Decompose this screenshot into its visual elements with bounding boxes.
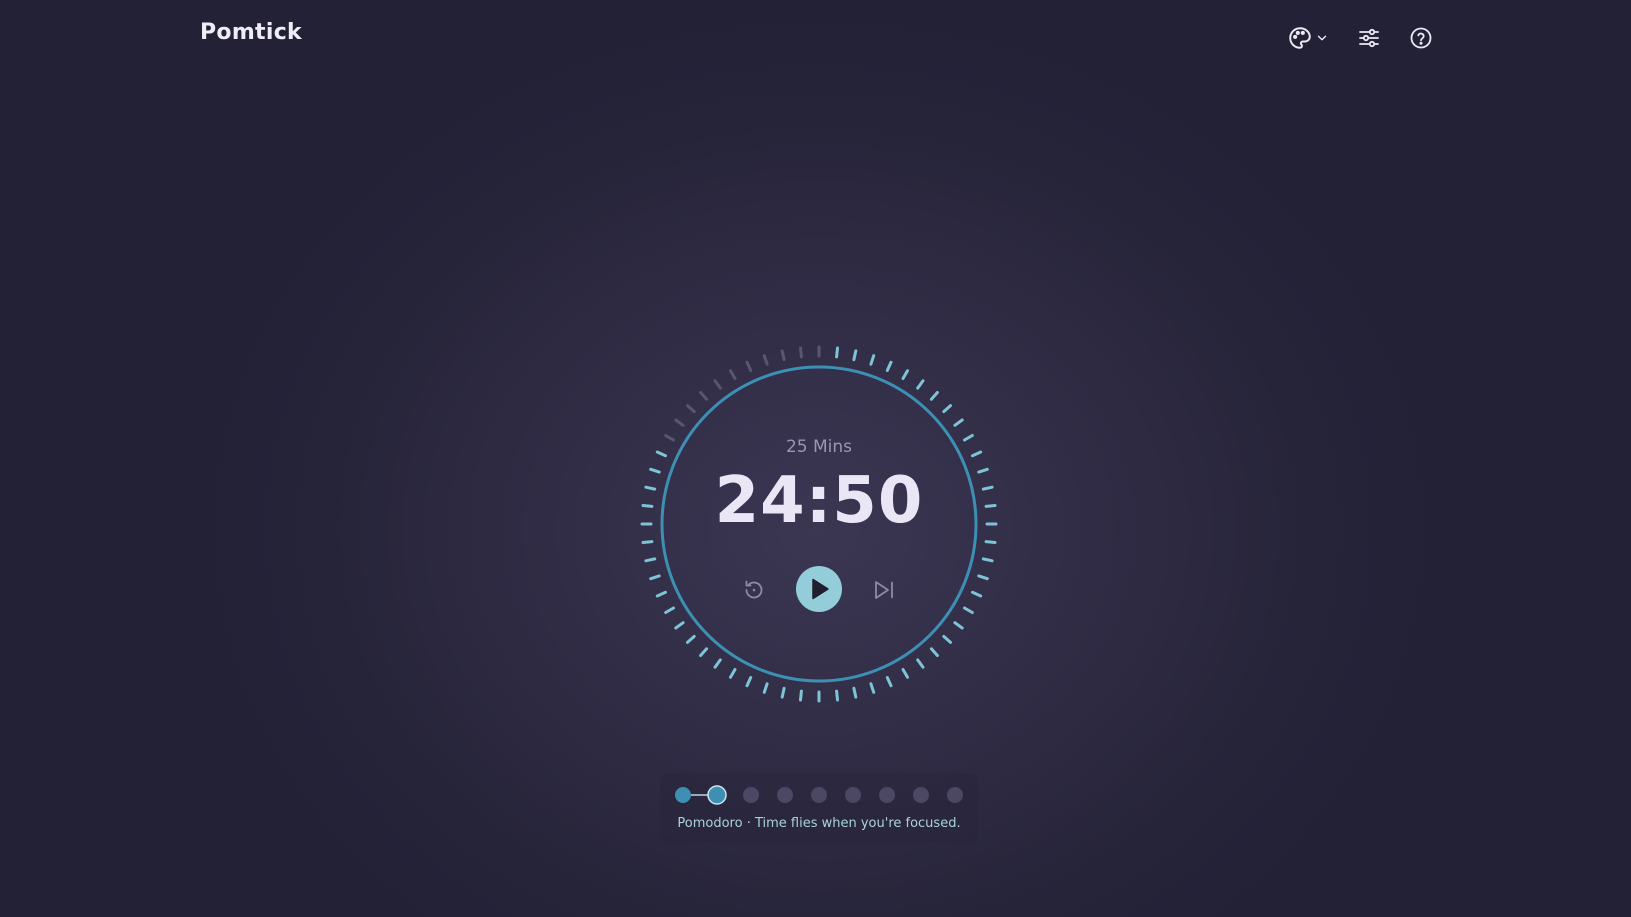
dial-tick [745, 360, 753, 372]
dial-tick [953, 621, 964, 630]
dial-tick [649, 467, 661, 474]
dial-tick [644, 557, 657, 563]
dial-tick [942, 634, 952, 644]
dial-tick [984, 540, 997, 544]
dial-tick [971, 590, 983, 598]
dial-tick [780, 686, 786, 699]
dial-tick [981, 557, 994, 563]
dial-tick [745, 676, 753, 688]
dial-tick [885, 360, 893, 372]
dial-tick [953, 418, 964, 427]
dial-tick [799, 689, 803, 702]
dial-tick [929, 647, 939, 657]
dial-tick [963, 606, 974, 614]
dial-tick [762, 354, 769, 366]
dial-tick [916, 658, 925, 669]
dial-tick [655, 590, 667, 598]
skip-button[interactable] [872, 577, 896, 603]
dial-tick [799, 346, 803, 359]
dial-tick [699, 647, 709, 657]
dial-tick [674, 418, 685, 427]
dial-tick [729, 369, 737, 380]
dial-tick [963, 434, 974, 442]
play-icon [812, 578, 829, 600]
dial-tick [916, 379, 925, 390]
reset-icon [745, 580, 763, 599]
dial-tick [971, 450, 983, 458]
dial-tick [664, 606, 675, 614]
dial-tick [674, 621, 685, 630]
dial-tick [929, 391, 939, 401]
dial-tick [649, 574, 661, 581]
dial-tick [641, 504, 654, 508]
dial-tick [664, 434, 675, 442]
dial-tick [977, 467, 989, 474]
dial-tick [686, 634, 696, 644]
time-remaining: 24:50 [714, 464, 924, 538]
session-progress-panel [660, 773, 978, 843]
dial-tick [852, 686, 858, 699]
skip-next-icon [875, 581, 893, 599]
dial-tick [869, 682, 876, 694]
dial-tick [699, 391, 709, 401]
dial-tick [869, 354, 876, 366]
dial-tick [901, 668, 909, 679]
dial-tick [641, 540, 654, 544]
session-length-label: 25 Mins [785, 437, 853, 457]
dial-tick [942, 404, 952, 414]
dial-tick [835, 689, 839, 702]
dial-tick [713, 658, 722, 669]
dial-tick [729, 668, 737, 679]
dial-tick [780, 349, 786, 362]
dial-tick [885, 676, 893, 688]
dial-tick [981, 485, 994, 491]
dial-tick [835, 346, 839, 359]
dial-tick [655, 450, 667, 458]
session-caption: Pomodoro · Time flies when you're focuse… [677, 816, 961, 831]
dial-tick [686, 404, 696, 414]
reset-button[interactable] [741, 577, 767, 603]
dial-tick [901, 369, 909, 380]
dial-tick [644, 485, 657, 491]
dial-tick [713, 379, 722, 390]
dial-tick [984, 504, 997, 508]
dial-tick [977, 574, 989, 581]
dial-tick [852, 349, 858, 362]
dial-tick [762, 682, 769, 694]
play-button[interactable] [796, 566, 842, 612]
